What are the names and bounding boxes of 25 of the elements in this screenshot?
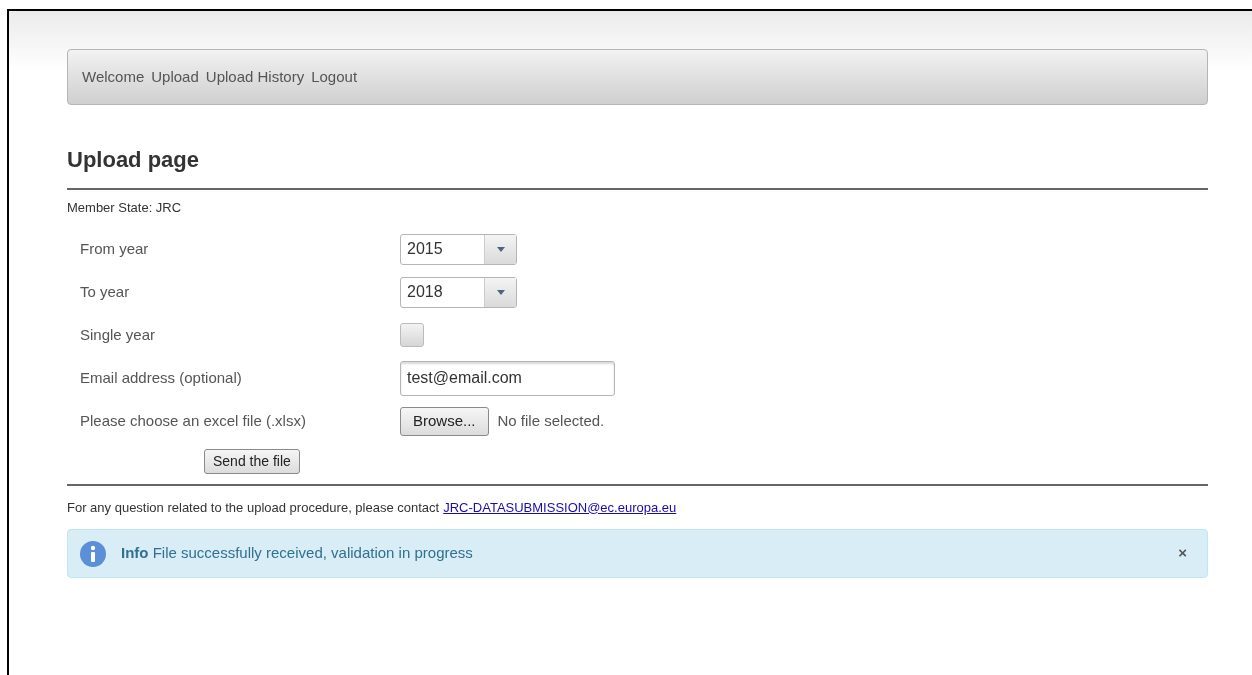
email-link[interactable]: JRC-DATASUBMISSION@ec.europa.eu — [443, 497, 677, 517]
page-heading: Upload page — [67, 149, 200, 171]
contact-text: For any question related to the upload procedure, please contact — [67, 498, 440, 517]
nav-link[interactable]: Welcome — [82, 65, 145, 89]
field-label: To year — [80, 281, 131, 302]
close-button[interactable]: × — [1178, 542, 1187, 565]
caret-icon — [496, 246, 505, 252]
nav-link[interactable]: Upload — [151, 65, 199, 89]
caret-icon — [496, 289, 505, 295]
nav-link[interactable]: Upload History — [205, 65, 305, 89]
field-label: Single year — [80, 324, 157, 345]
checkbox[interactable] — [400, 323, 424, 347]
year-dropdown[interactable]: 2018 — [400, 276, 517, 308]
field-label: Please choose an excel file (.xlsx) — [80, 410, 307, 431]
browse-button[interactable]: Browse... — [400, 406, 489, 436]
member-state-text: Member State: JRC — [67, 199, 183, 217]
info-icon — [79, 539, 107, 568]
email-field[interactable]: test@email.com — [400, 360, 615, 396]
info-message: Info File successfully received, validation in progress — [121, 543, 473, 564]
field-label: Email address (optional) — [80, 367, 243, 388]
file-status: No file selected. — [497, 410, 605, 431]
year-dropdown[interactable]: 2015 — [400, 233, 517, 265]
field-label: From year — [80, 238, 150, 259]
nav-link[interactable]: Logout — [311, 65, 358, 89]
send-button[interactable]: Send the file — [204, 448, 300, 474]
